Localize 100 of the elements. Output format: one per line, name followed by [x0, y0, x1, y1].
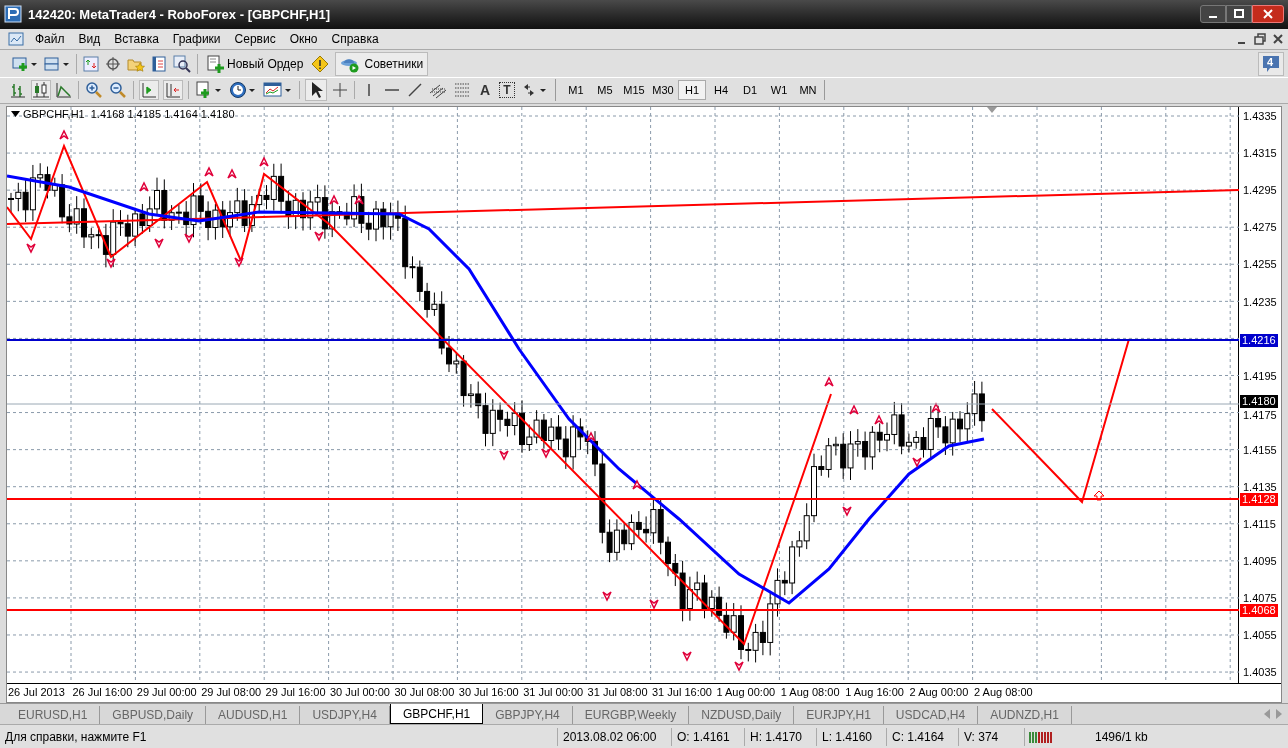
warning-icon[interactable]: [311, 54, 330, 73]
menu-item[interactable]: Окно: [282, 29, 325, 48]
price-tick: 1.4295: [1243, 184, 1277, 196]
menu-item[interactable]: Вставка: [107, 29, 166, 48]
time-tick: 1 Aug 16:00: [845, 686, 904, 698]
maximize-button[interactable]: [1226, 5, 1252, 24]
terminal-icon[interactable]: [151, 55, 167, 72]
price-tick: 1.4135: [1243, 481, 1277, 493]
app-logo-icon: [4, 5, 22, 24]
trend-line-icon[interactable]: [407, 82, 423, 99]
clock-icon[interactable]: [229, 81, 257, 100]
price-label: 1.4068: [1240, 603, 1278, 617]
time-tick: 31 Jul 08:00: [587, 686, 648, 698]
status-open: O: 1.4161: [672, 727, 745, 746]
status-high: H: 1.4170: [745, 727, 817, 746]
new-order-button[interactable]: Новый Ордер: [204, 52, 306, 75]
time-tick: 1 Aug 08:00: [780, 686, 840, 698]
timeframe-button[interactable]: D1: [736, 80, 764, 101]
timeframe-button[interactable]: W1: [765, 80, 793, 101]
price-tick: 1.4315: [1243, 147, 1277, 159]
menu-item[interactable]: Справка: [324, 29, 386, 48]
horizontal-price-line[interactable]: [7, 338, 1239, 341]
autoscroll-icon[interactable]: [140, 81, 158, 100]
time-tick: 30 Jul 16:00: [458, 686, 519, 698]
status-traffic: 1496/1 kb: [1095, 728, 1148, 746]
close-icon: [1263, 9, 1273, 20]
time-tick: 31 Jul 00:00: [523, 686, 584, 698]
time-tick: 26 Jul 16:00: [72, 686, 133, 698]
menu-item[interactable]: Графики: [165, 29, 228, 48]
restore-icon[interactable]: [1252, 30, 1268, 47]
minimize-button[interactable]: [1200, 5, 1226, 24]
timeframe-button[interactable]: M1: [562, 80, 590, 101]
profiles-icon[interactable]: [44, 55, 70, 72]
time-tick: 29 Jul 08:00: [201, 686, 262, 698]
price-tick: 1.4155: [1243, 444, 1277, 456]
new-chart-icon[interactable]: [12, 55, 38, 72]
zoom-out-icon[interactable]: [109, 81, 127, 100]
up-arrow-icon: [1093, 490, 1105, 501]
bar-chart-icon[interactable]: [10, 82, 26, 99]
notification-count: 4: [1267, 54, 1274, 70]
price-tick: 1.4255: [1243, 258, 1277, 270]
expert-advisors-button[interactable]: Советники: [335, 51, 429, 76]
timeframe-button[interactable]: M15: [620, 80, 648, 101]
chart-tab[interactable]: GBPCHF,H1: [389, 704, 484, 725]
price-tick: 1.4235: [1243, 296, 1277, 308]
close-button[interactable]: [1252, 5, 1284, 24]
price-tick: 1.4195: [1243, 370, 1277, 382]
dropdown-triangle-icon[interactable]: [11, 111, 20, 118]
price-tick: 1.4095: [1243, 555, 1277, 567]
connection-bars-icon: [1029, 729, 1055, 744]
chart-symbol: GBPCHF,H1: [23, 108, 85, 120]
timeframe-button[interactable]: MN: [794, 80, 822, 101]
chart-ohlc: 1.4168 1.4185 1.4164 1.4180: [90, 108, 235, 120]
indicator-add-icon[interactable]: [195, 81, 223, 100]
timeframe-button[interactable]: M30: [649, 80, 677, 101]
price-label: 1.4180: [1240, 394, 1278, 408]
zigzag-line[interactable]: [7, 142, 832, 646]
minimize-icon: [1209, 16, 1217, 19]
trend-line[interactable]: [7, 188, 1239, 225]
time-tick: 29 Jul 00:00: [136, 686, 197, 698]
menu-item[interactable]: Файл: [28, 29, 72, 48]
timeframe-button[interactable]: H1: [678, 80, 706, 101]
template-icon[interactable]: [263, 81, 293, 100]
price-tick: 1.4075: [1243, 592, 1277, 604]
status-close: C: 1.4164: [887, 727, 959, 746]
price-label: 1.4128: [1240, 492, 1278, 506]
price-label: 1.4216: [1240, 333, 1278, 347]
time-tick: 30 Jul 00:00: [330, 686, 390, 698]
menu-item[interactable]: Сервис: [227, 29, 283, 48]
shift-marker-icon[interactable]: [987, 106, 997, 113]
price-tick: 1.4335: [1243, 110, 1277, 122]
crosshair-icon[interactable]: [105, 55, 121, 72]
time-tick: 31 Jul 16:00: [652, 686, 712, 698]
line-chart-icon[interactable]: [56, 82, 72, 99]
time-tick: 1 Aug 00:00: [716, 686, 776, 698]
market-watch-icon[interactable]: [83, 55, 99, 72]
price-tick: 1.4055: [1243, 629, 1277, 641]
menu-item[interactable]: Вид: [71, 29, 108, 48]
time-tick: 26 Jul 2013: [8, 686, 65, 698]
text-label-button[interactable]: T: [499, 82, 515, 99]
text-tool-button[interactable]: A: [477, 79, 493, 101]
cursor-icon[interactable]: [306, 80, 326, 101]
time-tick: 30 Jul 08:00: [394, 686, 455, 698]
price-tick: 1.4275: [1243, 221, 1277, 233]
zoom-in-icon[interactable]: [85, 81, 103, 100]
time-tick: 2 Aug 00:00: [909, 686, 969, 698]
candlestick-icon[interactable]: [32, 81, 50, 100]
chat-bubble-icon[interactable]: [1262, 54, 1280, 73]
time-tick: 29 Jul 16:00: [265, 686, 326, 698]
chart-window-icon[interactable]: [8, 30, 24, 47]
maximize-icon: [1234, 9, 1244, 20]
price-tick: 1.4175: [1243, 409, 1277, 421]
magnifier-chart-icon[interactable]: [173, 54, 191, 73]
timeframe-button[interactable]: H4: [707, 80, 735, 101]
document-plus-icon: [206, 54, 224, 73]
timeframe-button[interactable]: M5: [591, 80, 619, 101]
chart-shift-icon[interactable]: [164, 81, 182, 100]
time-tick: 2 Aug 08:00: [974, 686, 1033, 698]
price-tick: 1.4035: [1243, 666, 1277, 678]
status-help-text: Для справки, нажмите F1: [0, 727, 558, 746]
